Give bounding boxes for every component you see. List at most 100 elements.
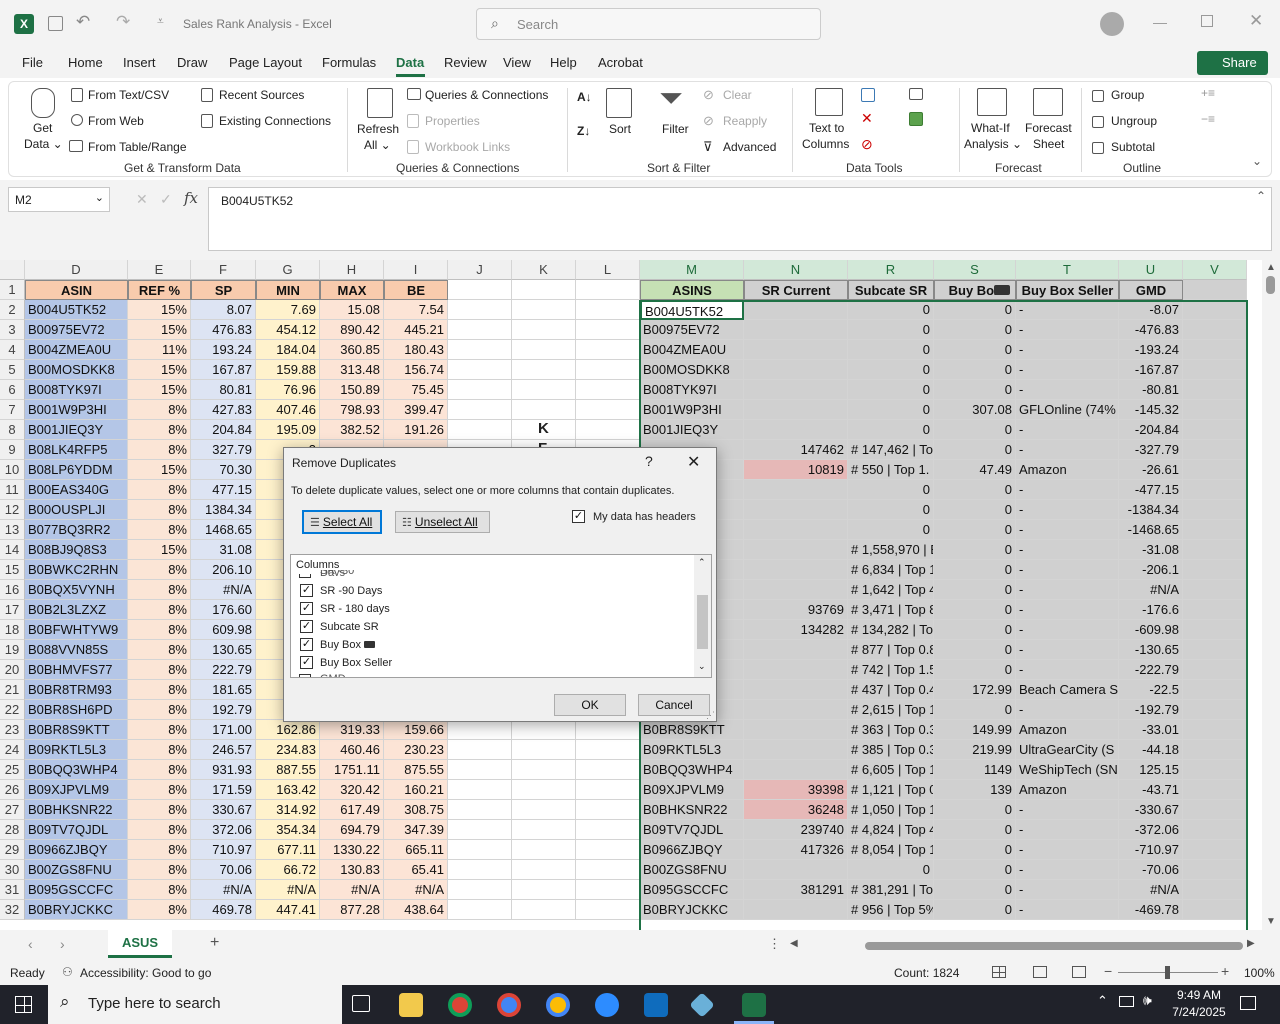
- column-checkbox[interactable]: ✓: [300, 620, 313, 633]
- cell[interactable]: -710.97: [1119, 840, 1183, 860]
- cell[interactable]: 159.88: [256, 360, 320, 380]
- header-cell[interactable]: MAX: [320, 280, 384, 300]
- cell[interactable]: 172.99: [934, 680, 1016, 700]
- cell[interactable]: 162.86: [256, 720, 320, 740]
- collapse-formula-bar-icon[interactable]: ⌃: [1256, 189, 1266, 203]
- tray-chevron-icon[interactable]: ⌃: [1097, 993, 1108, 1009]
- cell[interactable]: 15%: [128, 320, 191, 340]
- column-header-n[interactable]: N: [744, 260, 848, 280]
- column-header-d[interactable]: D: [25, 260, 128, 280]
- zoom-out-icon[interactable]: −: [1104, 963, 1112, 979]
- cell[interactable]: 65.41: [384, 860, 448, 880]
- consolidate-icon[interactable]: [909, 88, 923, 100]
- cell[interactable]: B0BHKSNR22: [640, 800, 744, 820]
- cell[interactable]: [448, 760, 512, 780]
- cell[interactable]: B008TYK97I: [640, 380, 744, 400]
- cell[interactable]: [744, 500, 848, 520]
- cell[interactable]: [1183, 320, 1247, 340]
- cell[interactable]: [512, 820, 576, 840]
- cell[interactable]: [744, 660, 848, 680]
- cell[interactable]: 1468.65: [191, 520, 256, 540]
- cell[interactable]: -: [1016, 820, 1119, 840]
- cell[interactable]: 125.15: [1119, 760, 1183, 780]
- cell[interactable]: 877.28: [320, 900, 384, 920]
- cancel-entry-icon[interactable]: ✕: [136, 191, 148, 208]
- tab-split-handle-icon[interactable]: ⋮: [768, 936, 781, 952]
- data-validation-icon[interactable]: ⊘: [861, 136, 873, 153]
- cell[interactable]: 0: [934, 300, 1016, 320]
- cell[interactable]: [512, 860, 576, 880]
- cell[interactable]: 8%: [128, 520, 191, 540]
- cell[interactable]: -327.79: [1119, 440, 1183, 460]
- cell[interactable]: [744, 400, 848, 420]
- refresh-all-button[interactable]: Refresh: [357, 122, 399, 136]
- cell[interactable]: B09RKTL5L3: [640, 740, 744, 760]
- cell[interactable]: [448, 820, 512, 840]
- chrome-profile-2-icon[interactable]: [546, 993, 570, 1017]
- clock-time[interactable]: 9:49 AM: [1172, 988, 1226, 1002]
- row-header[interactable]: 14: [0, 540, 25, 560]
- cell[interactable]: 93769: [744, 600, 848, 620]
- cell[interactable]: 181.65: [191, 680, 256, 700]
- cell[interactable]: [744, 640, 848, 660]
- properties-button[interactable]: Properties: [425, 114, 480, 128]
- cell[interactable]: [1183, 720, 1247, 740]
- cell[interactable]: 460.46: [320, 740, 384, 760]
- cell[interactable]: 10819: [744, 460, 848, 480]
- confirm-entry-icon[interactable]: ✓: [160, 191, 172, 208]
- cell[interactable]: 0: [934, 700, 1016, 720]
- cell[interactable]: -476.83: [1119, 320, 1183, 340]
- cell[interactable]: 150.89: [320, 380, 384, 400]
- header-cell[interactable]: BE: [384, 280, 448, 300]
- cell[interactable]: [1183, 900, 1247, 920]
- cell[interactable]: 0: [934, 660, 1016, 680]
- cell[interactable]: -: [1016, 520, 1119, 540]
- cell[interactable]: 354.34: [256, 820, 320, 840]
- cell[interactable]: -: [1016, 480, 1119, 500]
- cell[interactable]: 314.92: [256, 800, 320, 820]
- cell[interactable]: 0: [934, 620, 1016, 640]
- cell[interactable]: 230.23: [384, 740, 448, 760]
- row-header[interactable]: 7: [0, 400, 25, 420]
- row-header[interactable]: 26: [0, 780, 25, 800]
- cell[interactable]: [512, 900, 576, 920]
- unselect-all-button[interactable]: ☷ Unselect All: [395, 511, 490, 533]
- cell[interactable]: [744, 760, 848, 780]
- cell[interactable]: 875.55: [384, 760, 448, 780]
- cell[interactable]: -26.61: [1119, 460, 1183, 480]
- cell[interactable]: [512, 320, 576, 340]
- row-header[interactable]: 23: [0, 720, 25, 740]
- cell[interactable]: 222.79: [191, 660, 256, 680]
- normal-view-icon[interactable]: [992, 966, 1006, 978]
- cell[interactable]: -372.06: [1119, 820, 1183, 840]
- row-header[interactable]: 9: [0, 440, 25, 460]
- cell[interactable]: 239740: [744, 820, 848, 840]
- cell[interactable]: 167.87: [191, 360, 256, 380]
- cell[interactable]: B08BJ9Q8S3: [25, 540, 128, 560]
- cell[interactable]: 15%: [128, 360, 191, 380]
- cell[interactable]: 0: [934, 500, 1016, 520]
- cell[interactable]: [448, 380, 512, 400]
- cell[interactable]: 191.26: [384, 420, 448, 440]
- cell[interactable]: -1468.65: [1119, 520, 1183, 540]
- cell[interactable]: [576, 300, 640, 320]
- column-header-l[interactable]: L: [576, 260, 640, 280]
- cell[interactable]: 47.49: [934, 460, 1016, 480]
- cell[interactable]: [576, 420, 640, 440]
- vertical-scroll-thumb[interactable]: [1266, 276, 1275, 294]
- cell[interactable]: [1183, 860, 1247, 880]
- cell[interactable]: #N/A: [1119, 880, 1183, 900]
- cell[interactable]: 1384.34: [191, 500, 256, 520]
- cell[interactable]: #N/A: [191, 580, 256, 600]
- zoom-level[interactable]: 100%: [1244, 966, 1275, 980]
- cell[interactable]: -: [1016, 580, 1119, 600]
- cell[interactable]: # 550 | Top 1.: [848, 460, 934, 480]
- cell[interactable]: 206.10: [191, 560, 256, 580]
- cell[interactable]: [448, 300, 512, 320]
- cell[interactable]: 8%: [128, 420, 191, 440]
- cell[interactable]: [448, 840, 512, 860]
- row-header[interactable]: 27: [0, 800, 25, 820]
- cell[interactable]: B008TYK97I: [25, 380, 128, 400]
- cell[interactable]: 149.99: [934, 720, 1016, 740]
- cell[interactable]: -70.06: [1119, 860, 1183, 880]
